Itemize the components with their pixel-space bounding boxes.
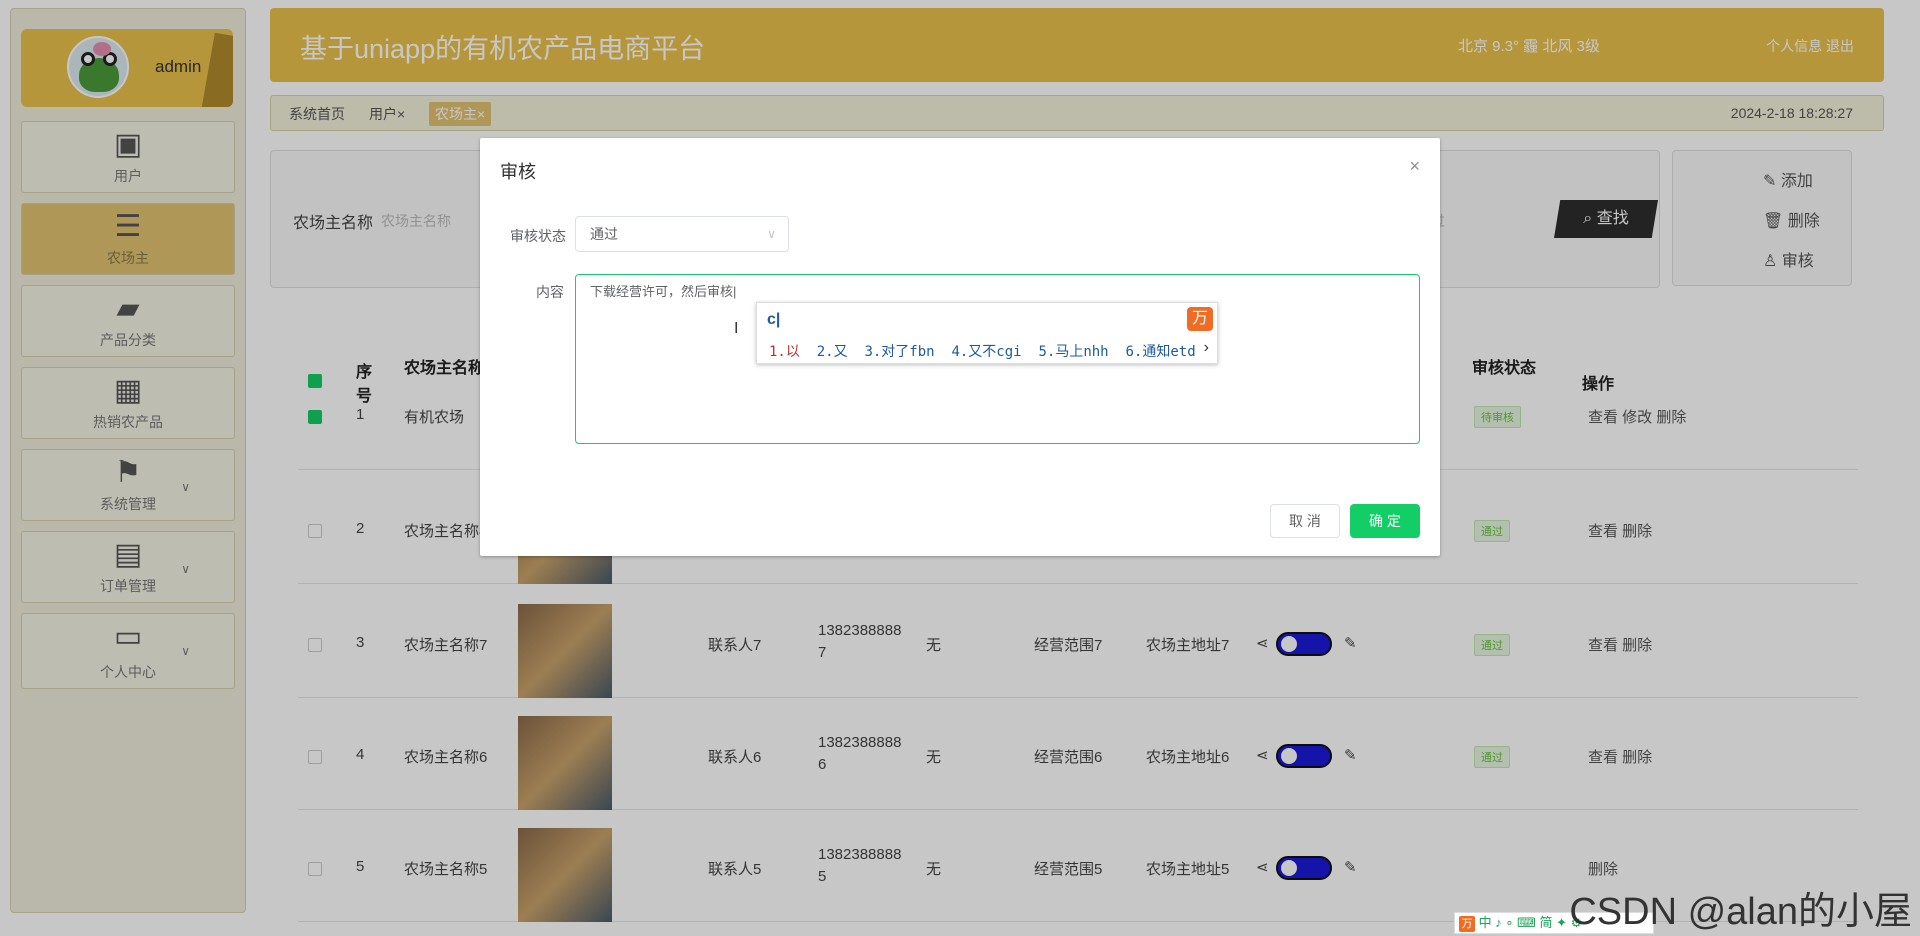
ime-candidates[interactable]: 1.以 2.又 3.对了fbn 4.又不cgi 5.马上nhh 6.通知etd	[769, 341, 1196, 361]
ime-candidate[interactable]: 3.对了fbn	[864, 344, 934, 360]
ime-candidate[interactable]: 4.又不cgi	[951, 344, 1021, 360]
ime-composition: c|	[767, 311, 781, 328]
watermark: CSDN @alan的小屋	[1569, 891, 1912, 933]
status-select-field[interactable]: 通过 ∨	[575, 216, 789, 252]
ime-tray-text: 中 ♪ ∘ ⌨ 简 ✦ ⚙	[1478, 915, 1583, 930]
confirm-button[interactable]: 确 定	[1350, 504, 1420, 538]
ime-candidate[interactable]: 2.又	[817, 344, 848, 360]
content-label: 内容	[536, 284, 564, 300]
ime-logo-icon: 万	[1187, 307, 1213, 331]
ime-candidate-window: c| 万 1.以 2.又 3.对了fbn 4.又不cgi 5.马上nhh 6.通…	[756, 302, 1218, 364]
text-cursor-icon: I	[734, 320, 739, 337]
chevron-down-icon: ∨	[767, 227, 776, 241]
ime-candidate[interactable]: 5.马上nhh	[1038, 344, 1108, 360]
dialog-title: 审核	[500, 162, 536, 182]
status-label: 审核状态	[510, 228, 566, 244]
cancel-button[interactable]: 取 消	[1270, 504, 1340, 538]
status-value: 通过	[590, 226, 618, 242]
close-icon[interactable]: ×	[1409, 156, 1420, 177]
chevron-right-icon[interactable]: ›	[1204, 339, 1209, 357]
ime-tray-logo-icon: 万	[1459, 916, 1475, 932]
ime-candidate[interactable]: 6.通知etd	[1125, 344, 1195, 360]
ime-candidate[interactable]: 1.以	[769, 344, 800, 360]
